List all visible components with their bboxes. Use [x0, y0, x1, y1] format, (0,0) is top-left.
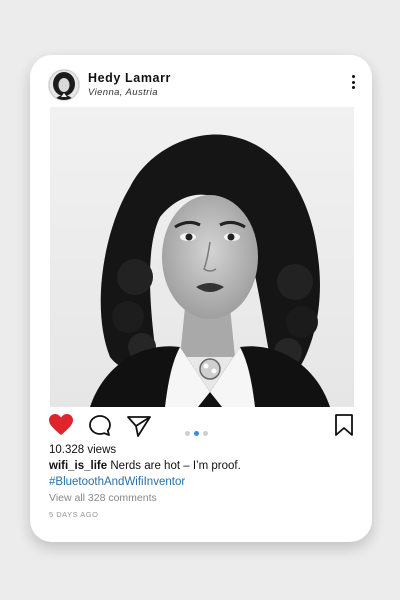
- bookmark-icon[interactable]: [334, 413, 354, 442]
- paper-plane-icon[interactable]: [126, 414, 152, 443]
- carousel-dot[interactable]: [185, 431, 190, 436]
- caption-username[interactable]: wifi_is_life: [49, 460, 107, 472]
- carousel-indicator: [185, 423, 212, 441]
- carousel-dot[interactable]: [203, 431, 208, 436]
- speech-bubble-icon[interactable]: [88, 414, 112, 443]
- view-comments-link[interactable]: View all 328 comments: [49, 492, 157, 504]
- more-options-icon[interactable]: [348, 75, 358, 93]
- profile-avatar[interactable]: [48, 69, 80, 101]
- post-header: Hedy Lamarr Vienna, Austria: [48, 69, 358, 103]
- hashtag-link[interactable]: #BluetoothAndWifiInventor: [49, 476, 185, 488]
- carousel-dot-active[interactable]: [194, 431, 199, 436]
- caption-text: Nerds are hot – I’m proof.: [110, 460, 241, 472]
- caption: wifi_is_life Nerds are hot – I’m proof.: [49, 460, 241, 472]
- post-timestamp: 5 DAYS AGO: [49, 510, 99, 519]
- post-photo[interactable]: [50, 107, 354, 407]
- view-count[interactable]: 10.328 views: [49, 444, 116, 456]
- post-card: Hedy Lamarr Vienna, Austria 10.328 views…: [30, 55, 372, 542]
- heart-icon[interactable]: [48, 413, 74, 442]
- location[interactable]: Vienna, Austria: [88, 87, 158, 98]
- username[interactable]: Hedy Lamarr: [88, 71, 171, 85]
- action-bar: [48, 413, 354, 441]
